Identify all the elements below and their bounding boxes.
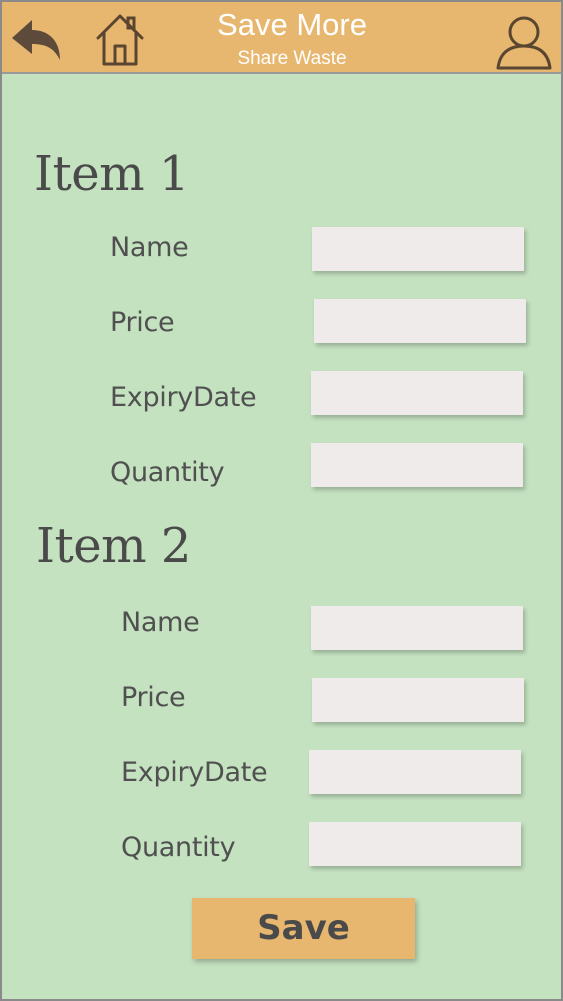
item-2-quantity-input[interactable]	[309, 822, 521, 866]
app-subtitle: Share Waste	[237, 48, 347, 69]
item-2-title: Item 2	[36, 518, 191, 574]
item-2-name-label: Name	[121, 607, 200, 638]
item-2-price-label: Price	[121, 682, 186, 713]
item-1-expirydate-label: ExpiryDate	[110, 382, 257, 413]
app-title: Save More	[217, 7, 367, 42]
item-1-quantity-label: Quantity	[110, 457, 225, 488]
item-1-title: Item 1	[34, 146, 189, 202]
item-1-name-input[interactable]	[312, 227, 524, 271]
user-icon	[496, 16, 552, 70]
item-1-price-input[interactable]	[314, 299, 526, 343]
item-1-quantity-input[interactable]	[311, 443, 523, 487]
item-2-expirydate-input[interactable]	[309, 750, 521, 794]
item-2-quantity-label: Quantity	[121, 832, 236, 863]
item-2-name-input[interactable]	[311, 606, 523, 650]
app-frame: Save More Share Waste Item 1 Name Price …	[0, 0, 563, 1001]
header-bar: Save More Share Waste	[2, 2, 561, 74]
user-profile-button[interactable]	[494, 14, 554, 70]
item-2-expirydate-label: ExpiryDate	[121, 757, 268, 788]
save-button[interactable]: Save	[192, 898, 415, 959]
item-1-price-label: Price	[110, 307, 175, 338]
item-1-expirydate-input[interactable]	[311, 371, 523, 415]
item-2-price-input[interactable]	[312, 678, 524, 722]
item-1-name-label: Name	[110, 232, 189, 263]
